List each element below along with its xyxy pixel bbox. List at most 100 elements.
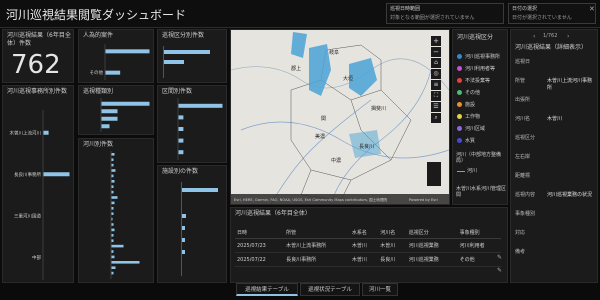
- bar[interactable]: [111, 169, 116, 172]
- bar[interactable]: [101, 101, 150, 106]
- detail-value: 河川巡視業務の状況: [547, 192, 593, 198]
- bar[interactable]: [105, 49, 150, 54]
- edit-icon[interactable]: ✎: [497, 254, 502, 261]
- tab-rivers[interactable]: 河川一覧: [362, 283, 398, 296]
- bar[interactable]: [111, 223, 114, 226]
- bar[interactable]: [111, 228, 115, 232]
- bar[interactable]: [111, 244, 124, 248]
- bar[interactable]: [111, 217, 113, 221]
- panel-category-title: 巡視種類別: [83, 88, 114, 95]
- bar[interactable]: [111, 207, 114, 210]
- table-cell: 木曽川: [378, 238, 407, 253]
- bar[interactable]: [101, 109, 118, 114]
- panel-top-right-title: 巡視区分別件数: [162, 32, 205, 39]
- col-header[interactable]: 所管: [284, 226, 350, 239]
- bar[interactable]: [178, 115, 184, 120]
- chart-category: [100, 98, 150, 132]
- bar[interactable]: [178, 103, 223, 108]
- col-header[interactable]: 日時: [235, 226, 285, 239]
- bar[interactable]: [111, 250, 114, 253]
- bar[interactable]: [111, 185, 114, 188]
- detail-key: 出張所: [515, 97, 531, 103]
- bar[interactable]: [101, 124, 110, 129]
- map-canvas[interactable]: 岐阜 大垣 関 美濃 長良川 郡上 揖斐川 中濃 Esri, HERE, Gar…: [231, 30, 449, 204]
- prev-record-icon[interactable]: ‹: [533, 33, 535, 40]
- bar[interactable]: [43, 172, 70, 177]
- tab-status[interactable]: 巡視状況テーブル: [300, 283, 360, 296]
- layers-icon[interactable]: ≡: [431, 80, 441, 90]
- edit-icon[interactable]: ✎: [497, 267, 502, 274]
- table-header-row: 日時 所管 水系名 河川名 巡視区分 事象種別: [235, 226, 501, 239]
- search-icon[interactable]: ⌕: [431, 113, 441, 123]
- table-title: 河川巡視結果（6年目全体）: [235, 210, 311, 217]
- bar[interactable]: [111, 196, 118, 199]
- bar[interactable]: [111, 163, 114, 167]
- panel-kind-title: 人為的案件: [83, 32, 114, 39]
- zoom-in-button[interactable]: +: [431, 36, 441, 46]
- list-icon[interactable]: ☰: [431, 102, 441, 112]
- bar[interactable]: [111, 261, 140, 264]
- table-cell: 木曽川上流事務所: [284, 238, 350, 253]
- table-row[interactable]: 2025/07/22 長良川事務所 木曽川 長良川 河川巡視業務 その他: [235, 252, 501, 267]
- bar[interactable]: [111, 180, 115, 183]
- panel-river-title: 河川別件数: [83, 141, 114, 148]
- date-range-filter[interactable]: 巡視日時範囲 対象となる範囲が選択されていません: [386, 3, 504, 24]
- map-panel[interactable]: 岐阜 大垣 関 美濃 長良川 郡上 揖斐川 中濃 Esri, HERE, Gar…: [230, 29, 450, 205]
- bar[interactable]: [43, 130, 49, 135]
- legend-river-title: 河川（中部地方整備局）: [456, 152, 502, 164]
- next-record-icon[interactable]: ›: [567, 33, 569, 40]
- bar-facility-1: [182, 188, 218, 192]
- fullscreen-icon[interactable]: ⛶: [431, 91, 441, 101]
- col-header[interactable]: 巡視区分: [406, 226, 458, 239]
- bar[interactable]: [178, 150, 184, 155]
- col-header[interactable]: 事象種別: [457, 226, 501, 239]
- zoom-out-button[interactable]: −: [431, 47, 441, 57]
- table-cell: その他: [457, 252, 501, 267]
- detail-key: 河川名: [515, 116, 531, 122]
- bar[interactable]: [111, 255, 115, 259]
- detail-key: 対応: [515, 230, 526, 236]
- detail-key: 事象種別: [515, 211, 536, 217]
- bar[interactable]: [105, 70, 121, 75]
- col-header[interactable]: 水系名: [349, 226, 379, 239]
- date-select-filter[interactable]: 日付の選択 日付が選択されていません: [508, 3, 596, 24]
- bar[interactable]: [111, 266, 116, 269]
- map-scale-bar: [427, 162, 441, 186]
- bar[interactable]: [111, 158, 114, 161]
- map-controls: + − ⌂ ◎ ≡ ⛶ ☰ ⌕: [431, 36, 443, 123]
- count-card: 河川巡視結果（6年目全体）件数 762: [2, 29, 74, 83]
- bar[interactable]: [178, 127, 184, 131]
- bar[interactable]: [111, 212, 114, 215]
- bar[interactable]: [111, 239, 114, 242]
- locate-icon[interactable]: ◎: [431, 69, 441, 79]
- home-icon[interactable]: ⌂: [431, 58, 441, 68]
- map-label-8: 中濃: [331, 157, 341, 164]
- detail-key: 巡視内容: [515, 192, 536, 198]
- table-cell: 河川巡視業務: [406, 252, 458, 267]
- bar[interactable]: [101, 116, 118, 121]
- table-row[interactable]: 2025/07/23 木曽川上流事務所 木曽川 木曽川 河川巡視業務 河川利用者: [235, 238, 501, 253]
- legend-river-swatch: [457, 171, 465, 172]
- details-panel: 河川巡視結果（詳細表示） ‹ 1/762 › 巡視日 所管 木曽川上流河川事務所 出張…: [510, 29, 598, 283]
- bar[interactable]: [111, 201, 115, 205]
- bar[interactable]: [178, 138, 184, 143]
- table-cell: 河川巡視業務: [406, 238, 458, 253]
- detail-key: 左右岸: [515, 154, 531, 160]
- bar[interactable]: [111, 234, 114, 237]
- tab-results[interactable]: 巡視結果テーブル: [236, 283, 298, 296]
- bar[interactable]: [111, 153, 115, 156]
- bar[interactable]: [111, 190, 114, 194]
- col-header[interactable]: 河川名: [378, 226, 407, 239]
- category-label: 三重河川国道: [14, 212, 41, 219]
- legend-extra-title: 木曽川水系河川管理区間: [456, 186, 507, 198]
- bar[interactable]: [111, 271, 114, 275]
- legend-river-label: 河川: [467, 168, 478, 174]
- table-cell: 木曽川: [349, 238, 379, 253]
- date-select-filter-value: 日付が選択されていません: [512, 15, 572, 21]
- bar-facility-4: [182, 238, 185, 242]
- chart-kind: その他: [90, 44, 150, 80]
- date-range-filter-value: 対象となる範囲が選択されていません: [390, 15, 475, 21]
- bar[interactable]: [111, 174, 114, 178]
- filter-close-icon[interactable]: ✕: [589, 5, 595, 13]
- page-title: 河川巡視結果閲覧ダッシュボード: [6, 8, 187, 22]
